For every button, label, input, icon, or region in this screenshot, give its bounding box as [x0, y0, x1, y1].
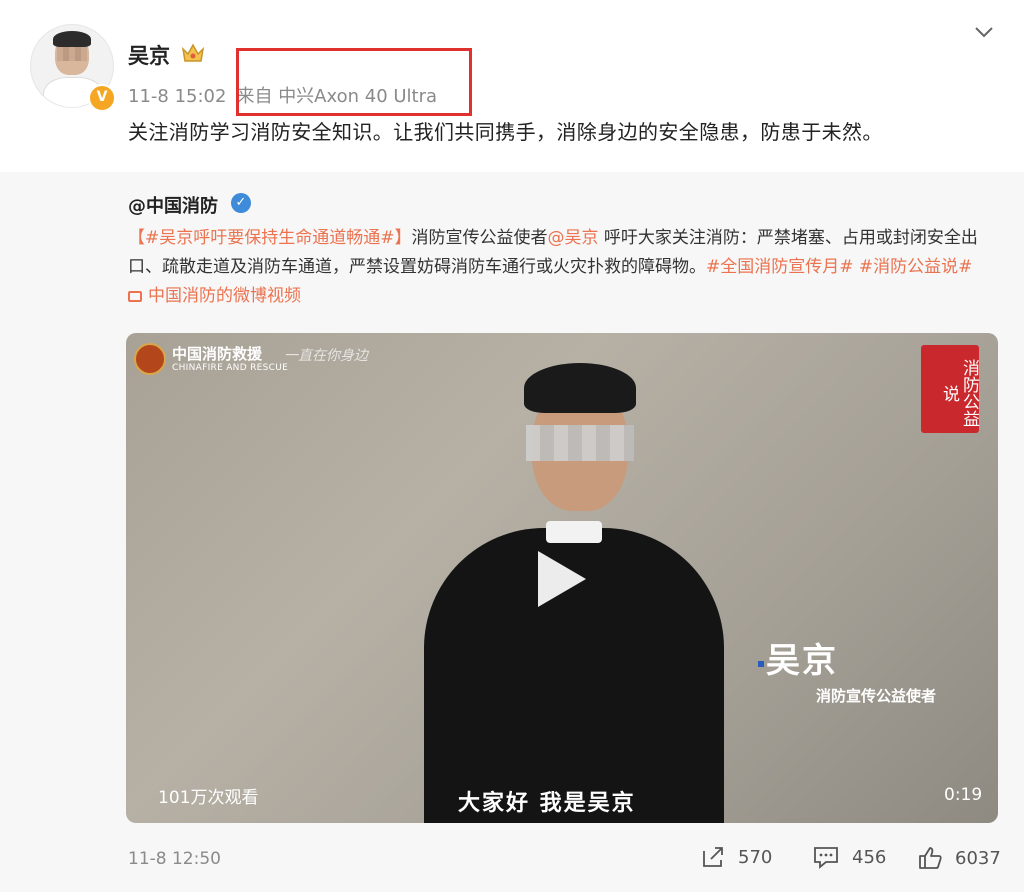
- repost-text: 【#吴京呼吁要保持生命通道畅通#】消防宣传公益使者@吴京 呼吁大家关注消防：严禁…: [128, 224, 994, 311]
- program-seal: 消防公益说: [921, 345, 979, 433]
- video-duration: 0:19: [944, 785, 983, 805]
- post-timestamp[interactable]: 11-8 15:02: [128, 86, 226, 107]
- verified-badge-icon: V: [88, 84, 116, 112]
- repost-text-1: 消防宣传公益使者: [411, 228, 548, 248]
- video-name: 吴京: [766, 641, 838, 681]
- fire-rescue-emblem-icon: [134, 343, 166, 375]
- avatar-hair: [53, 31, 91, 47]
- crown-icon: [181, 43, 205, 62]
- video-logo-slogan: 一直在你身边: [284, 348, 368, 364]
- thumbs-up-icon: [919, 847, 942, 869]
- avatar-blur: [57, 47, 87, 61]
- comment-button[interactable]: 456: [812, 845, 886, 869]
- like-count: 6037: [955, 847, 1001, 869]
- video-role: 消防宣传公益使者: [816, 687, 937, 705]
- repost-author[interactable]: @中国消防: [128, 192, 218, 218]
- username[interactable]: 吴京: [128, 40, 170, 70]
- topic-link-month[interactable]: #全国消防宣传月#: [706, 257, 854, 277]
- video-person-collar: [546, 521, 602, 543]
- video-person-hair: [524, 363, 636, 413]
- verified-blue-icon: ✓: [231, 193, 251, 213]
- device-highlight-box: [236, 48, 472, 116]
- topic-link-main[interactable]: 【#吴京呼吁要保持生命通道畅通#】: [128, 228, 412, 248]
- weibo-post: V 吴京 11-8 15:02 来自 中兴Axon 40 Ultra 关注消防学习…: [0, 0, 1024, 892]
- video-logo-en: CHINAFIRE AND RESCUE: [172, 363, 289, 373]
- comment-count: 456: [852, 846, 887, 868]
- face-blur: [526, 425, 634, 461]
- video-name-card: 吴京 消防宣传公益使者: [758, 633, 936, 705]
- video-logo-cn: 中国消防救援: [172, 345, 263, 363]
- post-text: 关注消防学习消防安全知识。让我们共同携手，消除身边的安全隐患，防患于未然。: [128, 120, 883, 144]
- share-button[interactable]: 570: [700, 845, 772, 869]
- repost-card: @中国消防 ✓ 【#吴京呼吁要保持生命通道畅通#】消防宣传公益使者@吴京 呼吁大…: [0, 172, 1024, 892]
- name-card-marker: [758, 661, 764, 667]
- repost-time[interactable]: 11-8 12:50: [128, 849, 221, 869]
- share-count: 570: [738, 846, 773, 868]
- view-count: 101万次观看: [158, 788, 259, 808]
- like-button[interactable]: 6037: [917, 845, 1001, 871]
- video-player[interactable]: 中国消防救援 CHINAFIRE AND RESCUE 一直在你身边 消防公益说…: [126, 333, 998, 823]
- video-subtitle: 大家好 我是吴京: [458, 791, 636, 816]
- share-icon: [703, 847, 723, 867]
- mention-link[interactable]: @吴京: [548, 228, 599, 248]
- comment-icon: [814, 847, 838, 869]
- chevron-down-icon[interactable]: [972, 22, 996, 42]
- topic-link-public[interactable]: #消防公益说#: [859, 257, 973, 277]
- video-link-icon: [128, 291, 142, 302]
- play-icon[interactable]: [538, 551, 586, 607]
- video-source-link[interactable]: 中国消防的微博视频: [148, 286, 301, 306]
